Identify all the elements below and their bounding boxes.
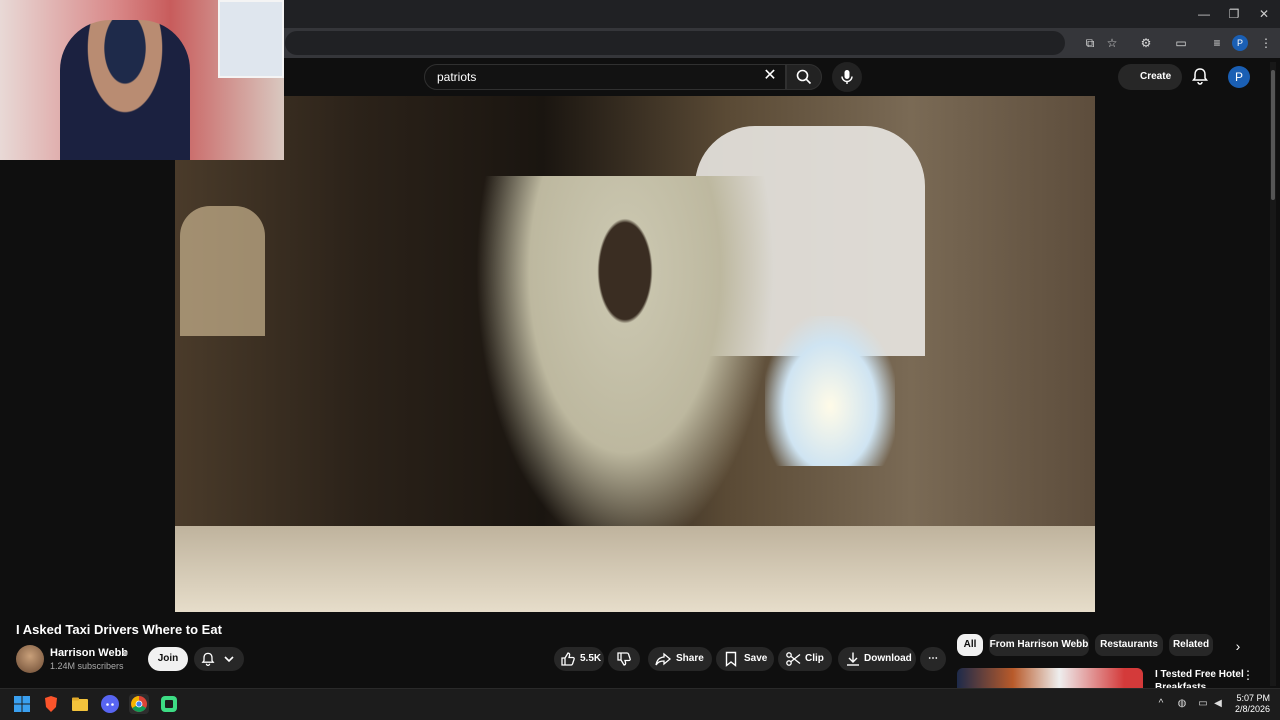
chip-all[interactable]: All — [957, 634, 983, 656]
create-button[interactable]: Create — [1118, 64, 1182, 90]
microphone-icon — [841, 70, 853, 84]
video-player[interactable] — [175, 96, 1095, 612]
chevron-down-icon — [224, 656, 234, 663]
video-table — [175, 526, 1095, 612]
tray-chevron-up-icon[interactable]: ^ — [1154, 697, 1168, 711]
download-icon — [847, 652, 859, 666]
webcam-person — [60, 20, 190, 160]
scissors-icon — [786, 652, 801, 666]
webcam-window — [218, 0, 284, 78]
subscription-notifications-button[interactable] — [194, 647, 244, 671]
channel-avatar[interactable] — [16, 645, 44, 673]
download-button[interactable]: Download — [838, 647, 916, 671]
extensions-icon[interactable]: ⚙ — [1136, 33, 1156, 53]
search-input[interactable]: patriots — [424, 64, 786, 90]
windows-taskbar — [0, 688, 1280, 720]
more-horizontal-icon: ⋯ — [928, 653, 938, 664]
recommendation-more-icon[interactable]: ⋮ — [1242, 668, 1254, 682]
share-button[interactable]: Share — [648, 647, 712, 671]
file-explorer-icon[interactable] — [70, 694, 90, 714]
video-left-arch — [180, 206, 265, 336]
bookmark-star-icon[interactable]: ☆ — [1102, 33, 1122, 53]
share-label: Share — [676, 653, 704, 664]
video-lamp — [765, 316, 895, 466]
subscriber-count: 1.24M subscribers — [50, 661, 124, 671]
search-button[interactable] — [786, 64, 822, 90]
chip-related[interactable]: Related — [1169, 634, 1213, 656]
app-icon[interactable] — [159, 694, 179, 714]
chip-from-harrison-webb[interactable]: From Harrison Webb — [989, 634, 1089, 656]
join-button[interactable]: Join — [148, 647, 188, 671]
clock-date: 2/8/2026 — [1234, 704, 1270, 714]
minimize-icon[interactable]: — — [1190, 4, 1218, 24]
windows-start-icon[interactable] — [12, 694, 32, 714]
cast-icon[interactable]: ⧉ — [1080, 33, 1100, 53]
notifications-bell-icon[interactable] — [1190, 66, 1210, 86]
share-icon — [655, 652, 671, 666]
thumbs-down-icon — [617, 652, 631, 666]
close-window-icon[interactable]: ✕ — [1250, 4, 1278, 24]
verified-badge-icon: ● — [123, 648, 129, 658]
recommendation-thumbnail[interactable] — [957, 668, 1143, 688]
clip-button[interactable]: Clip — [778, 647, 832, 671]
tray-mic-icon[interactable]: ◍ — [1175, 697, 1189, 711]
taskbar-clock[interactable]: 5:07 PM 2/8/2026 — [1226, 693, 1270, 715]
search-icon — [796, 69, 812, 85]
browser-menu-icon[interactable]: ⋮ — [1256, 33, 1276, 53]
reading-mode-icon[interactable]: ▭ — [1171, 33, 1191, 53]
dislike-button[interactable] — [608, 647, 640, 671]
like-button[interactable]: 5.5K — [554, 647, 604, 671]
more-actions-button[interactable]: ⋯ — [920, 647, 946, 671]
like-count: 5.5K — [580, 653, 602, 664]
brave-browser-icon[interactable] — [41, 694, 61, 714]
bookmark-icon — [725, 651, 737, 667]
tray-volume-icon[interactable]: ◀ — [1211, 697, 1225, 711]
chevron-right-icon[interactable]: › — [1228, 636, 1248, 656]
save-button[interactable]: Save — [716, 647, 774, 671]
bell-icon — [201, 652, 215, 666]
recommendation-title[interactable]: I Tested Free Hotel Breakfasts — [1155, 668, 1250, 688]
restore-icon[interactable]: ❐ — [1220, 4, 1248, 24]
clip-label: Clip — [805, 653, 824, 664]
account-avatar[interactable]: P — [1228, 66, 1250, 88]
tray-display-icon[interactable]: ▭ — [1196, 697, 1210, 711]
clear-search-icon[interactable]: ✕ — [760, 66, 780, 86]
video-title: I Asked Taxi Drivers Where to Eat — [16, 622, 222, 637]
discord-icon[interactable] — [100, 694, 120, 714]
clock-time: 5:07 PM — [1236, 693, 1270, 703]
chip-restaurants[interactable]: Restaurants — [1095, 634, 1163, 656]
profile-avatar[interactable]: P — [1232, 35, 1248, 51]
webcam-overlay — [0, 0, 284, 160]
thumbs-up-icon — [561, 652, 575, 666]
scrollbar-thumb[interactable] — [1271, 70, 1275, 200]
address-bar[interactable] — [285, 31, 1065, 55]
channel-name[interactable]: Harrison Webb — [50, 647, 128, 659]
voice-search-button[interactable] — [832, 62, 862, 92]
media-control-icon[interactable]: ≡ — [1207, 33, 1227, 53]
video-person — [475, 176, 775, 556]
save-label: Save — [744, 653, 768, 664]
download-label: Download — [864, 653, 912, 664]
chrome-icon[interactable] — [129, 694, 149, 714]
